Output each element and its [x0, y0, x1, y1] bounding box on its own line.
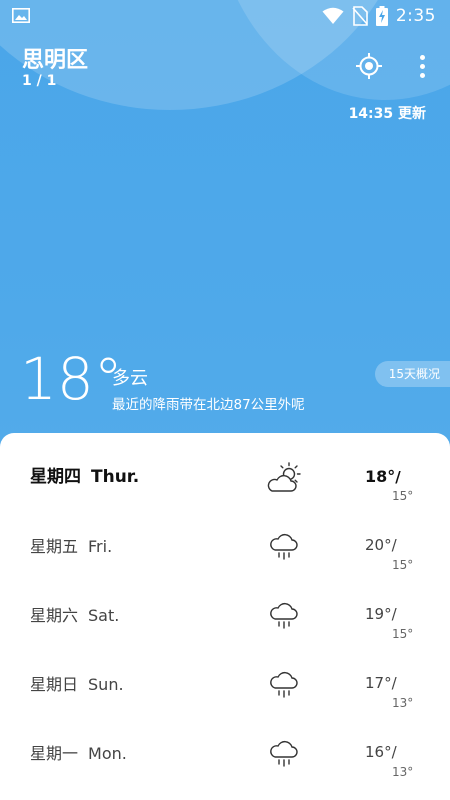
forecast-day: 星期五 Fri.	[30, 512, 112, 581]
forecast-row[interactable]: 星期五 Fri. 20°/ 15°	[0, 512, 450, 581]
partly-cloudy-icon	[267, 462, 301, 492]
day-en: Mon.	[88, 744, 127, 763]
forecast-row[interactable]: 星期日 Sun. 17°/ 13°	[0, 650, 450, 719]
high-value: 16°	[365, 743, 392, 761]
day-cn: 星期一	[30, 744, 79, 763]
forecast-day: 星期六 Sat.	[30, 581, 119, 650]
forecast-day: 星期一 Mon.	[30, 719, 127, 788]
forecast-high: 16°/	[365, 743, 397, 761]
forecast-high: 17°/	[365, 674, 397, 692]
day-cn: 星期五	[30, 537, 79, 556]
slash: /	[391, 674, 397, 692]
rain-description: 最近的降雨带在北边87公里外呢	[112, 397, 305, 413]
forecast-row[interactable]: 星期一 Mon. 16°/ 13°	[0, 719, 450, 788]
forecast-high: 20°/	[365, 536, 397, 554]
forecast-day: 星期四 Thur.	[30, 443, 139, 512]
rain-icon	[270, 602, 298, 629]
day-en: Fri.	[88, 537, 113, 556]
wifi-icon	[322, 7, 344, 24]
rain-icon	[270, 671, 298, 698]
forecast-low: 15°	[392, 558, 414, 572]
high-value: 17°	[365, 674, 392, 692]
high-value: 18°	[365, 467, 396, 486]
high-value: 20°	[365, 536, 392, 554]
forecast-day: 星期日 Sun.	[30, 650, 124, 719]
status-time: 2:35	[395, 6, 436, 26]
updated-time: 14:35 更新	[348, 106, 426, 122]
slash: /	[395, 468, 401, 486]
forecast-low: 13°	[392, 696, 414, 710]
rain-icon	[270, 533, 298, 560]
current-temperature: 18°	[20, 345, 123, 413]
high-value: 19°	[365, 605, 392, 623]
more-vert-icon[interactable]	[410, 52, 434, 80]
day-en: Sun.	[88, 675, 124, 694]
fifteen-day-button[interactable]: 15天概况	[374, 361, 450, 387]
slash: /	[391, 605, 397, 623]
forecast-low: 15°	[392, 627, 414, 641]
day-cn: 星期日	[30, 675, 79, 694]
slash: /	[391, 743, 397, 761]
day-en: Sat.	[88, 606, 120, 625]
forecast-low: 13°	[392, 765, 414, 779]
status-icons: 2:35	[322, 5, 436, 27]
day-cn: 星期四	[30, 467, 81, 487]
slash: /	[391, 536, 397, 554]
forecast-card: 星期四 Thur. 18°/ 15° 星期五 Fri. 20°/ 15° 星期六…	[0, 433, 450, 800]
battery-charging-icon	[375, 6, 388, 26]
gallery-icon	[12, 8, 30, 23]
rain-icon	[270, 740, 298, 767]
weather-screen: 2:35 思明区 1 / 1 14:35 更新 18° 多云 最近的降雨带在北边…	[0, 0, 450, 800]
city-name[interactable]: 思明区	[22, 42, 88, 74]
current-condition: 多云	[112, 368, 148, 389]
day-en: Thur.	[91, 467, 140, 487]
day-cn: 星期六	[30, 606, 79, 625]
forecast-row[interactable]: 星期六 Sat. 19°/ 15°	[0, 581, 450, 650]
forecast-high: 18°/	[365, 467, 401, 486]
forecast-low: 15°	[392, 489, 414, 503]
forecast-high: 19°/	[365, 605, 397, 623]
locate-icon[interactable]	[355, 52, 383, 80]
no-sim-icon	[352, 6, 368, 26]
forecast-row[interactable]: 星期四 Thur. 18°/ 15°	[0, 443, 450, 512]
page-indicator: 1 / 1	[22, 73, 57, 89]
status-bar: 2:35	[0, 0, 450, 32]
